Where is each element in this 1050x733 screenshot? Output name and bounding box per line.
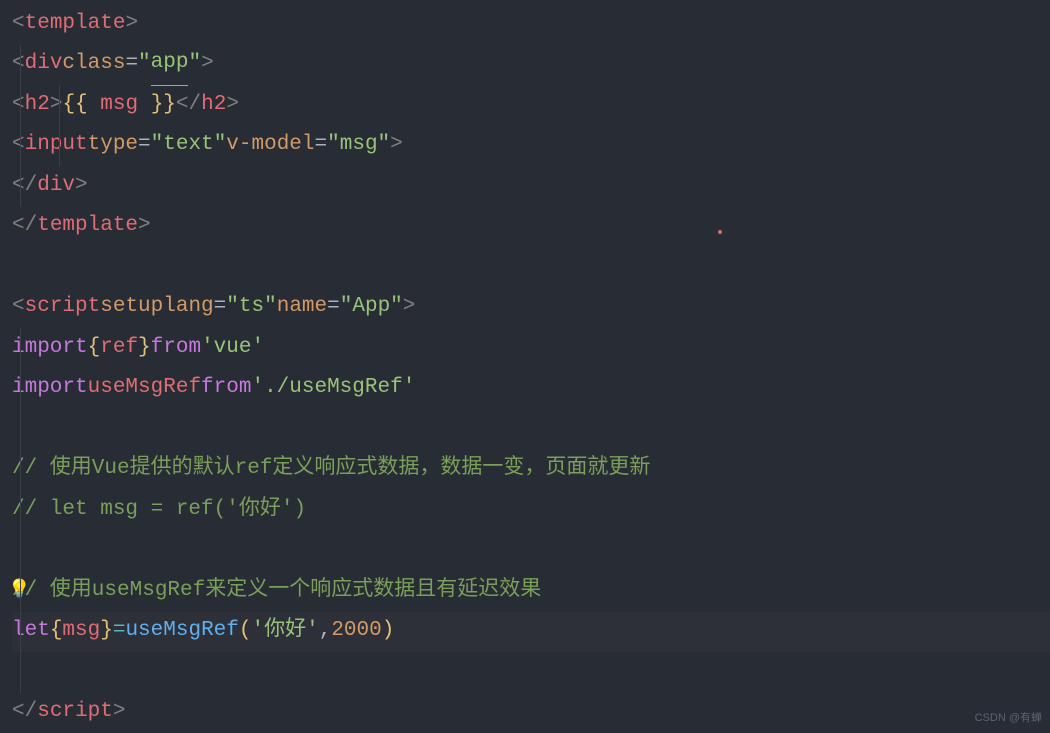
code-line: import {ref} from 'vue' (12, 328, 1050, 369)
code-line (12, 409, 1050, 450)
code-line: <input type="text" v-model="msg"> (12, 126, 1050, 167)
code-line: <template> (12, 4, 1050, 45)
code-line: import useMsgRef from './useMsgRef' (12, 369, 1050, 410)
code-line: <div class="app"> (12, 45, 1050, 86)
code-line: 💡 // 使用useMsgRef来定义一个响应式数据且有延迟效果 (12, 571, 1050, 612)
code-line (12, 652, 1050, 693)
watermark: CSDN @有蝉 (975, 708, 1042, 729)
code-line: <script setup lang="ts" name="App"> (12, 288, 1050, 329)
code-editor[interactable]: <template> <div class="app"> <h2>{{ msg … (12, 4, 1050, 733)
code-line: <h2>{{ msg }}</h2> (12, 85, 1050, 126)
code-line: </script> (12, 693, 1050, 733)
code-line: // 使用Vue提供的默认ref定义响应式数据，数据一变，页面就更新 (12, 450, 1050, 491)
cursor-dot (718, 230, 722, 234)
code-line: let {msg} = useMsgRef('你好',2000) (12, 612, 1050, 653)
code-line: </template> (12, 207, 1050, 248)
code-line (12, 531, 1050, 572)
code-line: </div> (12, 166, 1050, 207)
code-line (12, 247, 1050, 288)
code-line: // let msg = ref('你好') (12, 490, 1050, 531)
